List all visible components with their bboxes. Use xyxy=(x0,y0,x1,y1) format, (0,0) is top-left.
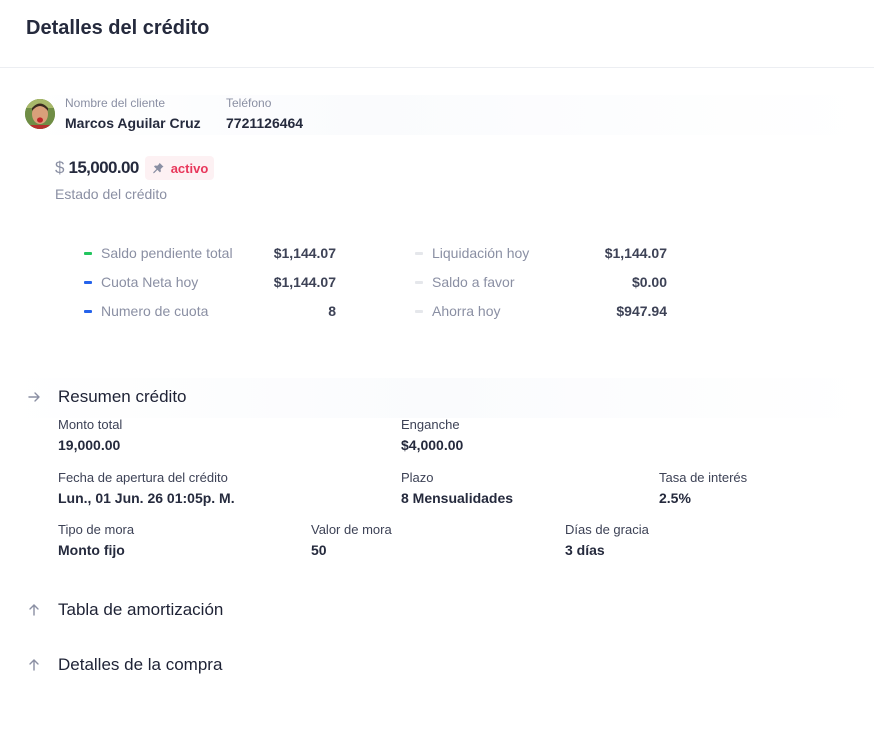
enganche-label: Enganche xyxy=(401,417,460,432)
metric-value: $1,144.07 xyxy=(273,245,336,261)
tipo-mora-label: Tipo de mora xyxy=(58,522,135,537)
fecha-apertura-field: Fecha de apertura del crédito Lun., 01 J… xyxy=(58,470,235,506)
pin-icon xyxy=(152,162,164,174)
page-title: Detalles del crédito xyxy=(26,17,210,39)
compra-section-toggle[interactable]: Detalles de la compra xyxy=(26,655,222,675)
metric-indicator xyxy=(415,310,423,313)
metric-label: Saldo a favor xyxy=(432,274,515,290)
resumen-title: Resumen crédito xyxy=(58,387,187,406)
currency-symbol: $ xyxy=(55,158,65,177)
resumen-section-toggle[interactable]: Resumen crédito xyxy=(26,387,187,407)
plazo-field: Plazo 8 Mensualidades xyxy=(401,470,513,506)
metric-indicator xyxy=(415,281,423,284)
enganche-field: Enganche $4,000.00 xyxy=(401,417,463,453)
dias-gracia-value: 3 días xyxy=(565,542,605,558)
client-name-field: Nombre del cliente Marcos Aguilar Cruz xyxy=(65,96,201,131)
metric-value: $947.94 xyxy=(616,303,667,319)
metric-indicator xyxy=(415,252,423,255)
dias-gracia-field: Días de gracia 3 días xyxy=(565,522,649,558)
credit-amount-row: $ 15,000.00 activo xyxy=(55,156,215,180)
client-phone-value: 7721126464 xyxy=(226,115,304,131)
metric-value: $1,144.07 xyxy=(604,245,667,261)
status-badge: activo xyxy=(144,156,215,180)
metric-value: $1,144.07 xyxy=(273,274,336,290)
client-name-value: Marcos Aguilar Cruz xyxy=(65,115,201,131)
tipo-mora-field: Tipo de mora Monto fijo xyxy=(58,522,134,558)
metric-indicator xyxy=(84,281,92,284)
metric-saldo-pendiente: Saldo pendiente total $1,144.07 xyxy=(84,244,336,264)
client-info: Nombre del cliente Marcos Aguilar Cruz T… xyxy=(24,95,874,135)
metric-cuota-neta: Cuota Neta hoy $1,144.07 xyxy=(84,273,336,293)
page-header: Detalles del crédito xyxy=(0,0,874,68)
metric-value: 8 xyxy=(328,303,336,319)
valor-mora-label: Valor de mora xyxy=(311,522,392,537)
metric-label: Ahorra hoy xyxy=(432,303,501,319)
metric-indicator xyxy=(84,310,92,313)
compra-title: Detalles de la compra xyxy=(58,655,223,674)
metric-saldo-favor: Saldo a favor $0.00 xyxy=(415,273,667,293)
dias-gracia-label: Días de gracia xyxy=(565,522,649,537)
metric-label: Cuota Neta hoy xyxy=(101,274,199,290)
client-phone-field: Teléfono 7721126464 xyxy=(226,96,303,131)
status-text: activo xyxy=(170,160,209,176)
metric-liquidacion: Liquidación hoy $1,144.07 xyxy=(415,244,667,264)
tasa-interes-field: Tasa de interés 2.5% xyxy=(659,470,747,506)
arrow-up-icon xyxy=(29,659,39,671)
fecha-apertura-value: Lun., 01 Jun. 26 01:05p. M. xyxy=(58,490,235,506)
metric-value: $0.00 xyxy=(631,274,667,290)
tasa-interes-label: Tasa de interés xyxy=(659,470,748,485)
metric-label: Saldo pendiente total xyxy=(101,245,233,261)
client-phone-label: Teléfono xyxy=(226,96,272,110)
metric-label: Liquidación hoy xyxy=(432,245,530,261)
metric-indicator xyxy=(84,252,92,255)
metric-ahorra-hoy: Ahorra hoy $947.94 xyxy=(415,302,667,322)
avatar-image xyxy=(25,99,55,129)
tasa-interes-value: 2.5% xyxy=(659,490,691,506)
monto-total-field: Monto total 19,000.00 xyxy=(58,417,122,453)
client-name-label: Nombre del cliente xyxy=(65,96,166,110)
monto-total-label: Monto total xyxy=(58,417,123,432)
amortizacion-section-toggle[interactable]: Tabla de amortización xyxy=(26,600,223,620)
credit-amount: 15,000.00 xyxy=(68,158,139,177)
arrow-up-icon xyxy=(29,604,39,616)
fecha-apertura-label: Fecha de apertura del crédito xyxy=(58,470,228,485)
valor-mora-value: 50 xyxy=(311,542,327,558)
avatar[interactable] xyxy=(25,99,55,129)
amortizacion-title: Tabla de amortización xyxy=(58,600,224,619)
metric-label: Numero de cuota xyxy=(101,303,209,319)
plazo-label: Plazo xyxy=(401,470,434,485)
arrow-right-icon xyxy=(28,392,40,402)
valor-mora-field: Valor de mora 50 xyxy=(311,522,392,558)
status-caption: Estado del crédito xyxy=(55,186,168,202)
plazo-value: 8 Mensualidades xyxy=(401,490,514,506)
tipo-mora-value: Monto fijo xyxy=(58,542,125,558)
metric-numero-cuota: Numero de cuota 8 xyxy=(84,302,336,322)
monto-total-value: 19,000.00 xyxy=(58,437,121,453)
enganche-value: $4,000.00 xyxy=(401,437,464,453)
